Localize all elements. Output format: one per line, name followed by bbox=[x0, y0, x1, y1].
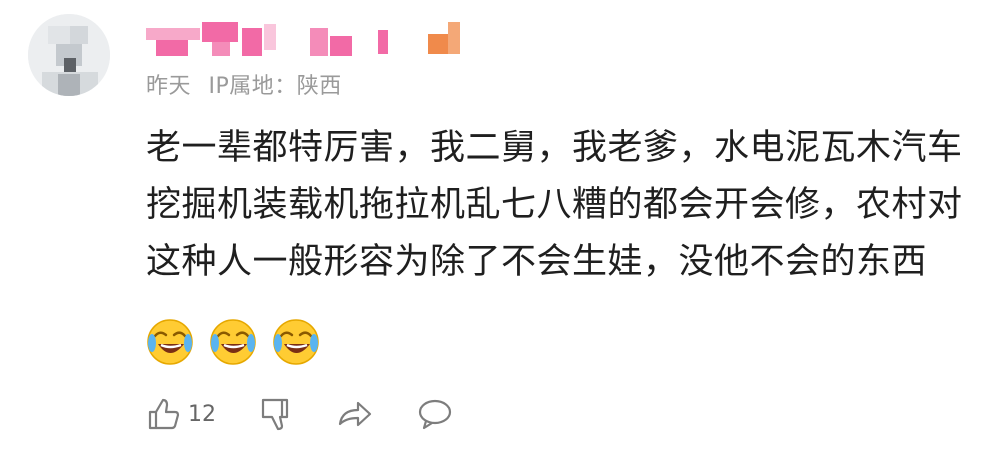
avatar[interactable] bbox=[28, 14, 110, 96]
thumbs-up-icon bbox=[148, 398, 180, 430]
comment-actions: 12 bbox=[146, 394, 496, 434]
laugh-cry-icon bbox=[147, 319, 193, 365]
comment-icon bbox=[418, 399, 452, 430]
like-button[interactable]: 12 bbox=[146, 396, 216, 432]
laugh-cry-icon bbox=[210, 319, 256, 365]
thumbs-down-icon bbox=[261, 398, 289, 431]
comment-text-line: 这种人一般形容为除了不会生娃，没他不会的东西 bbox=[146, 242, 928, 282]
comment-meta: 昨天 IP属地：陕西 bbox=[146, 68, 342, 100]
dislike-button[interactable] bbox=[258, 396, 294, 432]
emoji-row bbox=[146, 318, 330, 368]
laugh-cry-icon bbox=[273, 319, 319, 365]
share-icon bbox=[338, 401, 372, 427]
like-count: 12 bbox=[188, 401, 216, 427]
ip-location: IP属地：陕西 bbox=[208, 74, 342, 99]
username-blurred[interactable] bbox=[146, 22, 486, 62]
share-button[interactable] bbox=[336, 396, 374, 432]
comment-text: 老一辈都特厉害，我二舅，我老爹，水电泥瓦木汽车 挖掘机装载机拖拉机乱七八糟的都会… bbox=[146, 120, 986, 291]
comment-text-line: 挖掘机装载机拖拉机乱七八糟的都会开会修，农村对 bbox=[146, 185, 963, 225]
comment-text-line: 老一辈都特厉害，我二舅，我老爹，水电泥瓦木汽车 bbox=[146, 128, 963, 168]
comment-time: 昨天 bbox=[146, 74, 192, 99]
reply-button[interactable] bbox=[416, 396, 454, 432]
